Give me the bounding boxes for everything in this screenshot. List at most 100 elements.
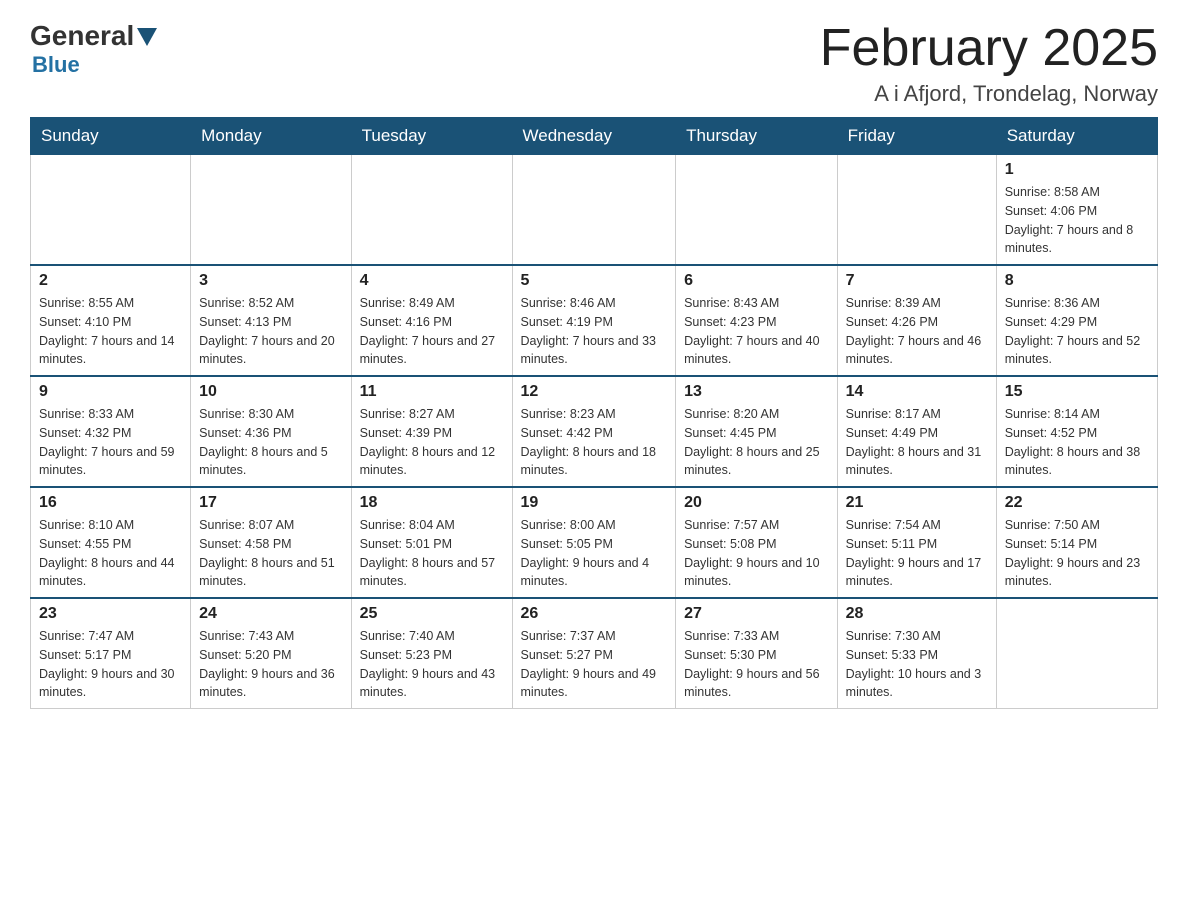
logo-arrow-icon xyxy=(137,28,157,46)
day-number: 14 xyxy=(846,383,988,401)
calendar-header-row: SundayMondayTuesdayWednesdayThursdayFrid… xyxy=(31,118,1158,155)
calendar-cell: 24 Sunrise: 7:43 AM Sunset: 5:20 PM Dayli… xyxy=(191,598,351,709)
calendar-cell: 7 Sunrise: 8:39 AM Sunset: 4:26 PM Daylig… xyxy=(837,265,996,376)
day-info: Sunrise: 7:50 AM Sunset: 5:14 PM Dayligh… xyxy=(1005,516,1149,591)
day-info: Sunrise: 8:27 AM Sunset: 4:39 PM Dayligh… xyxy=(360,405,504,480)
day-number: 8 xyxy=(1005,272,1149,290)
calendar-cell xyxy=(837,155,996,266)
calendar-cell: 23Sunrise: 7:47 AM Sunset: 5:17 PM Dayli… xyxy=(31,598,191,709)
calendar-week-2: 2Sunrise: 8:55 AM Sunset: 4:10 PM Daylig… xyxy=(31,265,1158,376)
calendar-cell: 10 Sunrise: 8:30 AM Sunset: 4:36 PM Dayli… xyxy=(191,376,351,487)
day-number: 27 xyxy=(684,605,829,623)
day-number: 10 xyxy=(199,383,342,401)
day-number: 11 xyxy=(360,383,504,401)
calendar-cell: 4 Sunrise: 8:49 AM Sunset: 4:16 PM Daylig… xyxy=(351,265,512,376)
day-info: Sunrise: 7:40 AM Sunset: 5:23 PM Dayligh… xyxy=(360,627,504,702)
day-number: 12 xyxy=(521,383,668,401)
calendar-week-3: 9 Sunrise: 8:33 AM Sunset: 4:32 PM Daylig… xyxy=(31,376,1158,487)
calendar-cell xyxy=(191,155,351,266)
calendar-cell: 19 Sunrise: 8:00 AM Sunset: 5:05 PM Dayli… xyxy=(512,487,676,598)
day-number: 9 xyxy=(39,383,182,401)
day-info: Sunrise: 8:33 AM Sunset: 4:32 PM Dayligh… xyxy=(39,405,182,480)
calendar-week-1: 1Sunrise: 8:58 AM Sunset: 4:06 PM Daylig… xyxy=(31,155,1158,266)
day-of-week-friday: Friday xyxy=(837,118,996,155)
calendar-cell: 27 Sunrise: 7:33 AM Sunset: 5:30 PM Dayli… xyxy=(676,598,838,709)
day-number: 18 xyxy=(360,494,504,512)
day-info: Sunrise: 7:30 AM Sunset: 5:33 PM Dayligh… xyxy=(846,627,988,702)
day-info: Sunrise: 8:46 AM Sunset: 4:19 PM Dayligh… xyxy=(521,294,668,369)
day-info: Sunrise: 7:57 AM Sunset: 5:08 PM Dayligh… xyxy=(684,516,829,591)
day-number: 3 xyxy=(199,272,342,290)
day-number: 6 xyxy=(684,272,829,290)
logo-general-text: General xyxy=(30,20,134,52)
calendar-cell: 15 Sunrise: 8:14 AM Sunset: 4:52 PM Dayli… xyxy=(996,376,1157,487)
calendar-cell: 16 Sunrise: 8:10 AM Sunset: 4:55 PM Dayli… xyxy=(31,487,191,598)
calendar-cell xyxy=(676,155,838,266)
day-info: Sunrise: 8:20 AM Sunset: 4:45 PM Dayligh… xyxy=(684,405,829,480)
day-number: 22 xyxy=(1005,494,1149,512)
calendar-cell: 18Sunrise: 8:04 AM Sunset: 5:01 PM Dayli… xyxy=(351,487,512,598)
calendar-table: SundayMondayTuesdayWednesdayThursdayFrid… xyxy=(30,117,1158,709)
page-header: General Blue February 2025 A i Afjord, T… xyxy=(30,20,1158,107)
day-info: Sunrise: 8:14 AM Sunset: 4:52 PM Dayligh… xyxy=(1005,405,1149,480)
calendar-cell: 20 Sunrise: 7:57 AM Sunset: 5:08 PM Dayli… xyxy=(676,487,838,598)
day-of-week-wednesday: Wednesday xyxy=(512,118,676,155)
day-info: Sunrise: 7:43 AM Sunset: 5:20 PM Dayligh… xyxy=(199,627,342,702)
day-of-week-thursday: Thursday xyxy=(676,118,838,155)
day-info: Sunrise: 7:33 AM Sunset: 5:30 PM Dayligh… xyxy=(684,627,829,702)
day-number: 13 xyxy=(684,383,829,401)
calendar-cell: 8 Sunrise: 8:36 AM Sunset: 4:29 PM Daylig… xyxy=(996,265,1157,376)
calendar-cell: 17Sunrise: 8:07 AM Sunset: 4:58 PM Dayli… xyxy=(191,487,351,598)
day-info: Sunrise: 8:55 AM Sunset: 4:10 PM Dayligh… xyxy=(39,294,182,369)
calendar-cell: 22 Sunrise: 7:50 AM Sunset: 5:14 PM Dayli… xyxy=(996,487,1157,598)
day-number: 25 xyxy=(360,605,504,623)
day-info: Sunrise: 8:39 AM Sunset: 4:26 PM Dayligh… xyxy=(846,294,988,369)
day-info: Sunrise: 7:54 AM Sunset: 5:11 PM Dayligh… xyxy=(846,516,988,591)
day-of-week-saturday: Saturday xyxy=(996,118,1157,155)
calendar-cell: 3Sunrise: 8:52 AM Sunset: 4:13 PM Daylig… xyxy=(191,265,351,376)
logo: General Blue xyxy=(30,20,157,78)
day-info: Sunrise: 8:10 AM Sunset: 4:55 PM Dayligh… xyxy=(39,516,182,591)
day-number: 7 xyxy=(846,272,988,290)
day-of-week-sunday: Sunday xyxy=(31,118,191,155)
calendar-week-4: 16 Sunrise: 8:10 AM Sunset: 4:55 PM Dayli… xyxy=(31,487,1158,598)
title-area: February 2025 A i Afjord, Trondelag, Nor… xyxy=(820,20,1158,107)
calendar-cell: 11 Sunrise: 8:27 AM Sunset: 4:39 PM Dayli… xyxy=(351,376,512,487)
calendar-cell: 21 Sunrise: 7:54 AM Sunset: 5:11 PM Dayli… xyxy=(837,487,996,598)
calendar-cell: 5 Sunrise: 8:46 AM Sunset: 4:19 PM Daylig… xyxy=(512,265,676,376)
logo-row1: General xyxy=(30,20,157,52)
day-number: 24 xyxy=(199,605,342,623)
location-title: A i Afjord, Trondelag, Norway xyxy=(820,81,1158,107)
day-number: 28 xyxy=(846,605,988,623)
day-info: Sunrise: 8:07 AM Sunset: 4:58 PM Dayligh… xyxy=(199,516,342,591)
day-number: 16 xyxy=(39,494,182,512)
calendar-cell: 1Sunrise: 8:58 AM Sunset: 4:06 PM Daylig… xyxy=(996,155,1157,266)
day-number: 4 xyxy=(360,272,504,290)
calendar-cell: 12 Sunrise: 8:23 AM Sunset: 4:42 PM Dayli… xyxy=(512,376,676,487)
day-info: Sunrise: 8:49 AM Sunset: 4:16 PM Dayligh… xyxy=(360,294,504,369)
calendar-cell: 26Sunrise: 7:37 AM Sunset: 5:27 PM Dayli… xyxy=(512,598,676,709)
calendar-cell xyxy=(351,155,512,266)
day-number: 15 xyxy=(1005,383,1149,401)
day-of-week-tuesday: Tuesday xyxy=(351,118,512,155)
day-info: Sunrise: 8:58 AM Sunset: 4:06 PM Dayligh… xyxy=(1005,183,1149,258)
calendar-cell: 6Sunrise: 8:43 AM Sunset: 4:23 PM Daylig… xyxy=(676,265,838,376)
day-info: Sunrise: 8:36 AM Sunset: 4:29 PM Dayligh… xyxy=(1005,294,1149,369)
calendar-cell xyxy=(512,155,676,266)
day-number: 20 xyxy=(684,494,829,512)
day-info: Sunrise: 8:30 AM Sunset: 4:36 PM Dayligh… xyxy=(199,405,342,480)
day-of-week-monday: Monday xyxy=(191,118,351,155)
logo-blue-text: Blue xyxy=(32,52,157,78)
calendar-cell xyxy=(31,155,191,266)
calendar-cell: 25 Sunrise: 7:40 AM Sunset: 5:23 PM Dayli… xyxy=(351,598,512,709)
calendar-cell: 28 Sunrise: 7:30 AM Sunset: 5:33 PM Dayli… xyxy=(837,598,996,709)
day-number: 23 xyxy=(39,605,182,623)
day-number: 26 xyxy=(521,605,668,623)
day-info: Sunrise: 8:23 AM Sunset: 4:42 PM Dayligh… xyxy=(521,405,668,480)
day-number: 5 xyxy=(521,272,668,290)
day-number: 21 xyxy=(846,494,988,512)
day-info: Sunrise: 8:00 AM Sunset: 5:05 PM Dayligh… xyxy=(521,516,668,591)
day-number: 19 xyxy=(521,494,668,512)
day-info: Sunrise: 8:17 AM Sunset: 4:49 PM Dayligh… xyxy=(846,405,988,480)
calendar-cell xyxy=(996,598,1157,709)
